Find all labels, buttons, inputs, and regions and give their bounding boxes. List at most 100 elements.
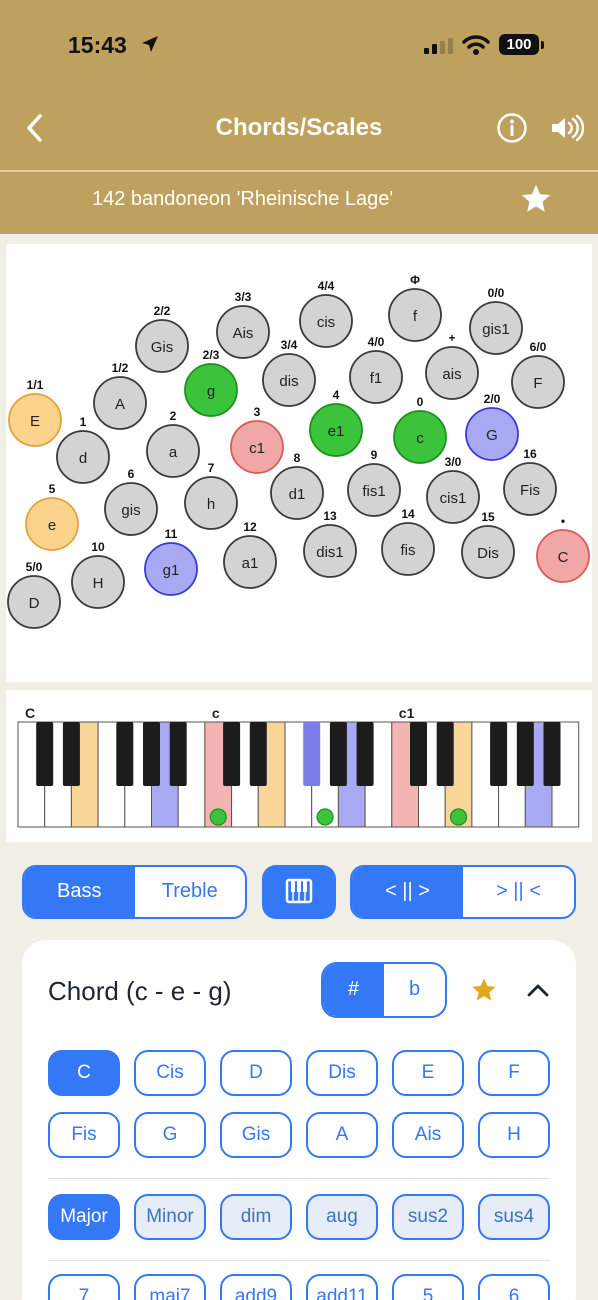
bandoneon-button[interactable]: C•: [536, 514, 590, 583]
black-key[interactable]: [543, 722, 561, 786]
active-note-marker: [449, 808, 468, 826]
black-key[interactable]: [329, 722, 347, 786]
bandoneon-button[interactable]: g 2/3: [184, 348, 238, 417]
bandoneon-button[interactable]: Fis 16: [503, 447, 557, 516]
nav-bar: Chords/Scales: [0, 100, 598, 156]
bandoneon-button[interactable]: dis 3/4: [262, 338, 316, 407]
black-key[interactable]: [303, 722, 321, 786]
root-note-button[interactable]: A: [306, 1112, 378, 1158]
chord-extension-button[interactable]: maj7: [134, 1274, 206, 1300]
sharp-button[interactable]: #: [323, 964, 384, 1016]
bandoneon-button[interactable]: Ais 3/3: [216, 290, 270, 359]
piano-icon: [285, 878, 313, 904]
chord-type-button[interactable]: dim: [220, 1194, 292, 1240]
black-key[interactable]: [169, 722, 187, 786]
chord-type-button[interactable]: aug: [306, 1194, 378, 1240]
chevron-up-icon[interactable]: [525, 980, 551, 1007]
bandoneon-button[interactable]: dis1 13: [303, 509, 357, 578]
chord-extension-button[interactable]: 7: [48, 1274, 120, 1300]
bandoneon-button[interactable]: g1 11: [144, 527, 198, 596]
chord-extension-button[interactable]: 5: [392, 1274, 464, 1300]
chord-type-button[interactable]: sus4: [478, 1194, 550, 1240]
bandoneon-button[interactable]: G 2/0: [465, 392, 519, 461]
bandoneon-button[interactable]: fis 14: [381, 507, 435, 576]
chord-favorite-star-icon[interactable]: [470, 976, 498, 1009]
root-note-button[interactable]: E: [392, 1050, 464, 1096]
flat-button[interactable]: b: [384, 964, 445, 1016]
bandoneon-button[interactable]: c0: [393, 395, 447, 464]
root-note-button[interactable]: Fis: [48, 1112, 120, 1158]
bandoneon-button[interactable]: gis1 0/0: [469, 286, 523, 355]
bandoneon-button[interactable]: a1 12: [223, 520, 277, 589]
bandoneon-button[interactable]: D 5/0: [7, 560, 61, 629]
root-note-button[interactable]: F: [478, 1050, 550, 1096]
keyboard-toggle-button[interactable]: [262, 865, 336, 919]
black-key[interactable]: [516, 722, 534, 786]
black-key[interactable]: [249, 722, 267, 786]
chord-extension-button[interactable]: 6: [478, 1274, 550, 1300]
black-key[interactable]: [143, 722, 160, 786]
info-icon[interactable]: [496, 112, 528, 149]
button-number-label: 3/4: [281, 338, 298, 352]
bass-button[interactable]: Bass: [24, 867, 135, 917]
root-note-button[interactable]: C: [48, 1050, 120, 1096]
instrument-name[interactable]: 142 bandoneon 'Rheinische Lage': [92, 188, 393, 211]
treble-button[interactable]: Treble: [135, 867, 246, 917]
instrument-bar: 142 bandoneon 'Rheinische Lage': [0, 170, 598, 226]
button-note-label: a: [169, 444, 178, 461]
root-note-button[interactable]: Ais: [392, 1112, 464, 1158]
black-key[interactable]: [116, 722, 134, 786]
bandoneon-button[interactable]: a2: [146, 409, 200, 478]
button-number-label: 9: [371, 448, 378, 462]
bandoneon-button[interactable]: ais +: [425, 331, 479, 400]
button-note-label: g: [207, 383, 215, 400]
location-arrow-icon: [140, 34, 160, 59]
chord-type-button[interactable]: sus2: [392, 1194, 464, 1240]
chord-type-button[interactable]: Major: [48, 1194, 120, 1240]
bandoneon-button[interactable]: E 1/1: [8, 378, 62, 447]
root-note-button[interactable]: D: [220, 1050, 292, 1096]
chord-extension-button[interactable]: add11: [306, 1274, 378, 1300]
favorite-star-icon[interactable]: [519, 182, 553, 221]
bandoneon-button[interactable]: A 1/2: [93, 361, 147, 430]
bandoneon-button[interactable]: cis1 3/0: [426, 455, 480, 524]
bandoneon-button[interactable]: e5: [25, 482, 79, 551]
black-key[interactable]: [36, 722, 54, 786]
divider: [48, 1178, 550, 1179]
push-direction-button[interactable]: < || >: [352, 867, 463, 917]
bandoneon-button[interactable]: Gis 2/2: [135, 304, 189, 373]
root-note-button[interactable]: G: [134, 1112, 206, 1158]
button-note-label: Ais: [233, 325, 254, 342]
black-key[interactable]: [356, 722, 374, 786]
bandoneon-button[interactable]: c1 3: [230, 405, 284, 474]
bandoneon-button[interactable]: d1: [56, 415, 110, 484]
black-key[interactable]: [223, 722, 241, 786]
bandoneon-button[interactable]: fΦ: [388, 273, 442, 342]
black-key[interactable]: [62, 722, 80, 786]
bandoneon-button[interactable]: Dis 15: [461, 510, 515, 579]
chord-type-button[interactable]: Minor: [134, 1194, 206, 1240]
bandoneon-button[interactable]: h7: [184, 461, 238, 530]
chord-extension-button[interactable]: add9: [220, 1274, 292, 1300]
bandoneon-button[interactable]: cis 4/4: [299, 279, 353, 348]
black-key[interactable]: [410, 722, 427, 786]
button-note-label: fis1: [362, 483, 385, 500]
bandoneon-button[interactable]: f1 4/0: [349, 335, 403, 404]
speaker-icon[interactable]: [550, 114, 585, 147]
bandoneon-button[interactable]: e1 4: [309, 388, 363, 457]
black-key[interactable]: [436, 722, 454, 786]
black-key[interactable]: [490, 722, 508, 786]
button-note-label: Gis: [151, 339, 174, 356]
button-number-label: 15: [481, 510, 495, 524]
button-number-label: 0/0: [488, 286, 505, 300]
root-note-button[interactable]: Dis: [306, 1050, 378, 1096]
pull-direction-button[interactable]: > || <: [463, 867, 574, 917]
bandoneon-button[interactable]: F 6/0: [511, 340, 565, 409]
root-note-button[interactable]: Cis: [134, 1050, 206, 1096]
chord-title: Chord (c - e - g): [48, 976, 232, 1006]
bandoneon-button[interactable]: fis1 9: [347, 448, 401, 517]
bandoneon-button[interactable]: gis 6: [104, 467, 158, 536]
root-note-button[interactable]: Gis: [220, 1112, 292, 1158]
bandoneon-button[interactable]: H 10: [71, 540, 125, 609]
root-note-button[interactable]: H: [478, 1112, 550, 1158]
